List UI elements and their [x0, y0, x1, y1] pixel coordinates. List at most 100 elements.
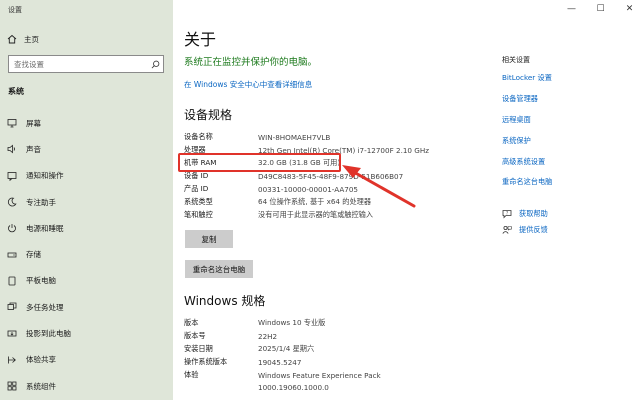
sidebar-item-label: 专注助手 — [26, 197, 56, 207]
multitask-icon — [0, 302, 24, 312]
spec-value: 22H2 — [258, 331, 278, 341]
link-system-protection[interactable]: 系统保护 — [502, 130, 552, 151]
spec-value: WIN-8HOMAEH7VLB — [258, 132, 331, 142]
device-specs-table: 设备名称 WIN-8HOMAEH7VLB 处理器 12th Gen Intel(R)… — [184, 131, 484, 221]
spec-value: D49C8483-5F45-48F9-879D-51B606B07 — [258, 171, 404, 181]
search-icon[interactable] — [147, 60, 163, 69]
sidebar-home[interactable]: 主页 — [0, 30, 173, 48]
sidebar-item-system-components[interactable]: 系统组件 — [0, 373, 173, 399]
spec-key: 版本号 — [184, 331, 206, 341]
spec-key: 安装日期 — [184, 344, 213, 354]
sidebar-item-label: 系统组件 — [26, 381, 56, 391]
link-advanced-system-settings[interactable]: 高级系统设置 — [502, 151, 552, 172]
help-links: ? 获取帮助 提供反馈 — [502, 206, 548, 238]
sidebar-nav: 屏幕 声音 通知和操作 专注助手 电源和睡眠 存储 平板电脑 多任务处理 投影到… — [0, 110, 173, 399]
spec-value: 00331-10000-00001-AA705 — [258, 184, 358, 194]
spec-key: 产品 ID — [184, 184, 209, 193]
help-chat-icon: ? — [502, 210, 512, 219]
link-bitlocker[interactable]: BitLocker 设置 — [502, 68, 552, 89]
components-icon — [0, 381, 24, 391]
get-help-label: 获取帮助 — [519, 209, 548, 218]
sidebar-item-label: 投影到此电脑 — [26, 329, 71, 339]
spec-value: 64 位操作系统, 基于 x64 的处理器 — [258, 196, 372, 206]
spec-row-experience-version: 1000.19060.1000.0 — [184, 381, 484, 394]
spec-value: 19045.5247 — [258, 357, 302, 367]
sidebar-item-multitasking[interactable]: 多任务处理 — [0, 294, 173, 320]
sidebar-section-title: 系统 — [8, 87, 24, 96]
app-title: 设置 — [8, 6, 22, 14]
spec-value: 没有可用于此显示器的笔或触控输入 — [258, 209, 374, 219]
sidebar-item-storage[interactable]: 存储 — [0, 241, 173, 267]
sidebar-item-label: 存储 — [26, 250, 41, 260]
spec-value: Windows 10 专业版 — [258, 318, 326, 328]
spec-key: 设备 ID — [184, 171, 209, 181]
notification-icon — [0, 171, 24, 181]
sidebar-item-power[interactable]: 电源和睡眠 — [0, 215, 173, 241]
project-icon — [0, 329, 24, 339]
spec-value: 2025/1/4 星期六 — [258, 344, 315, 354]
spec-key: 笔和触控 — [184, 209, 213, 219]
sidebar-item-label: 声音 — [26, 144, 41, 154]
spec-row-version: 版本号 22H2 — [184, 330, 484, 343]
spec-row-edition: 版本 Windows 10 专业版 — [184, 317, 484, 330]
speaker-icon — [0, 144, 24, 154]
sidebar-item-label: 体验共享 — [26, 355, 56, 365]
sidebar-item-label: 平板电脑 — [26, 276, 56, 286]
spec-key: 版本 — [184, 318, 199, 328]
related-links: BitLocker 设置 设备管理器 远程桌面 系统保护 高级系统设置 重命名这… — [502, 68, 552, 193]
protection-status: 系统正在监控并保护你的电脑。 — [184, 57, 318, 68]
copy-button[interactable]: 复制 — [185, 230, 233, 248]
sidebar-item-tablet[interactable]: 平板电脑 — [0, 268, 173, 294]
page-title: 关于 — [184, 30, 217, 49]
svg-text:?: ? — [506, 211, 508, 216]
home-icon — [0, 34, 24, 44]
spec-row-os-build: 操作系统版本 19045.5247 — [184, 356, 484, 369]
sidebar-item-label: 通知和操作 — [26, 171, 64, 181]
spec-key: 操作系统版本 — [184, 357, 228, 367]
sidebar-item-shared-experiences[interactable]: 体验共享 — [0, 347, 173, 373]
spec-row-product-id: 产品 ID 00331-10000-00001-AA705 — [184, 183, 484, 196]
spec-row-install-date: 安装日期 2025/1/4 星期六 — [184, 343, 484, 356]
sidebar-home-label: 主页 — [24, 34, 39, 44]
monitor-icon — [0, 118, 24, 128]
give-feedback-label: 提供反馈 — [519, 225, 548, 234]
sidebar-item-projecting[interactable]: 投影到此电脑 — [0, 320, 173, 346]
power-icon — [0, 223, 24, 233]
spec-key: 设备名称 — [184, 132, 213, 142]
spec-row-experience: 体验 Windows Feature Experience Pack — [184, 369, 484, 382]
sidebar-item-label: 屏幕 — [26, 118, 41, 128]
storage-icon — [0, 250, 24, 260]
sidebar-item-focus-assist[interactable]: 专注助手 — [0, 189, 173, 215]
related-settings-title: 相关设置 — [502, 56, 530, 64]
link-rename-pc[interactable]: 重命名这台电脑 — [502, 172, 552, 193]
device-specs-heading: 设备规格 — [184, 108, 233, 122]
spec-key: 体验 — [184, 370, 199, 379]
related-settings-pane: 相关设置 BitLocker 设置 设备管理器 远程桌面 系统保护 高级系统设置… — [502, 0, 644, 400]
sidebar-item-label: 多任务处理 — [26, 302, 64, 312]
spec-value: 1000.19060.1000.0 — [258, 383, 329, 393]
spec-row-device-name: 设备名称 WIN-8HOMAEH7VLB — [184, 131, 484, 144]
sidebar-item-display[interactable]: 屏幕 — [0, 110, 173, 136]
link-device-manager[interactable]: 设备管理器 — [502, 89, 552, 110]
spec-key: 系统类型 — [184, 196, 213, 206]
tablet-icon — [0, 276, 24, 286]
windows-specs-heading: Windows 规格 — [184, 294, 266, 308]
ram-highlight-box — [178, 153, 341, 172]
give-feedback-link[interactable]: 提供反馈 — [502, 222, 548, 238]
spec-row-pen-touch: 笔和触控 没有可用于此显示器的笔或触控输入 — [184, 208, 484, 221]
search-input[interactable]: 查找设置 — [8, 55, 164, 73]
share-icon — [0, 355, 24, 365]
sidebar-item-notifications[interactable]: 通知和操作 — [0, 163, 173, 189]
get-help-link[interactable]: ? 获取帮助 — [502, 206, 548, 222]
rename-pc-button[interactable]: 重命名这台电脑 — [185, 260, 253, 278]
sidebar-item-sound[interactable]: 声音 — [0, 136, 173, 162]
sidebar-item-label: 电源和睡眠 — [26, 223, 64, 233]
sidebar: 设置 主页 查找设置 系统 屏幕 声音 通知和操作 专注助手 电源和睡眠 存储 … — [0, 0, 173, 400]
windows-specs-table: 版本 Windows 10 专业版 版本号 22H2 安装日期 2025/1/4 星期… — [184, 317, 484, 394]
feedback-icon — [502, 225, 512, 234]
link-remote-desktop[interactable]: 远程桌面 — [502, 110, 552, 131]
search-placeholder: 查找设置 — [14, 59, 44, 69]
security-center-link[interactable]: 在 Windows 安全中心中查看详细信息 — [184, 79, 312, 90]
main-content: 关于 系统正在监控并保护你的电脑。 在 Windows 安全中心中查看详细信息 … — [173, 0, 493, 400]
spec-value: Windows Feature Experience Pack — [258, 370, 381, 380]
